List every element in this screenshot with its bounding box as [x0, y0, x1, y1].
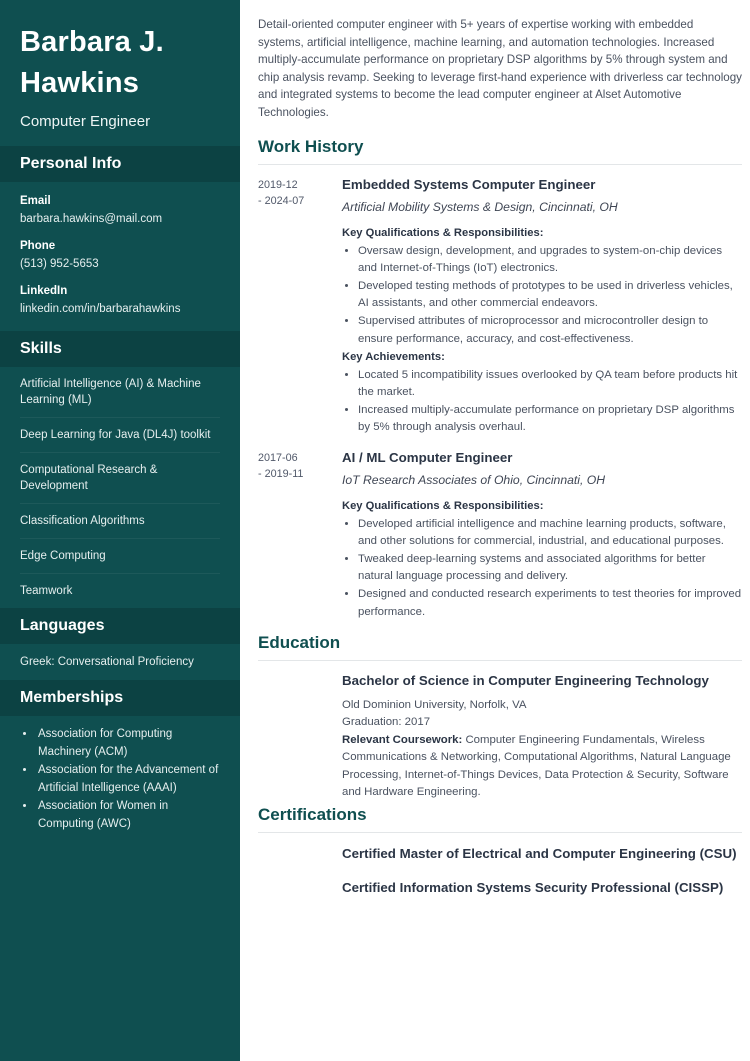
identity-block: Barbara J. Hawkins Computer Engineer: [0, 0, 240, 146]
work-entry-body: Embedded Systems Computer Engineer Artif…: [342, 175, 742, 438]
date-end: - 2024-07: [258, 194, 305, 207]
list-item: Classification Algorithms: [20, 504, 220, 539]
coursework-label: Relevant Coursework:: [342, 733, 463, 746]
candidate-name: Barbara J. Hawkins: [20, 26, 164, 99]
education-degree: Bachelor of Science in Computer Engineer…: [342, 672, 709, 688]
list-item: Developed testing methods of prototypes …: [358, 278, 742, 312]
work-entry-employer: Artificial Mobility Systems & Design, Ci…: [342, 199, 618, 214]
achievements-list: Located 5 incompatibility issues overloo…: [342, 367, 742, 437]
main-content: Detail-oriented computer engineer with 5…: [240, 0, 750, 1061]
work-entry-employer: IoT Research Associates of Ohio, Cincinn…: [342, 472, 606, 487]
list-item: Association for Computing Machinery (ACM…: [36, 726, 220, 761]
work-entry: 2017-06 - 2019-11 AI / ML Computer Engin…: [258, 448, 742, 622]
date-end: - 2019-11: [258, 467, 304, 480]
section-divider: [258, 831, 742, 833]
list-item: Association for Women in Computing (AWC): [36, 798, 220, 833]
skills-list: Artificial Intelligence (AI) & Machine L…: [20, 367, 220, 608]
section-header-personal-info: Personal Info: [0, 146, 240, 182]
work-entry-body: AI / ML Computer Engineer IoT Research A…: [342, 448, 742, 622]
professional-summary: Detail-oriented computer engineer with 5…: [258, 18, 742, 119]
section-title-education: Education: [258, 632, 341, 652]
education-coursework: Relevant Coursework: Computer Engineerin…: [342, 732, 742, 802]
education-graduation: Graduation: 2017: [342, 716, 431, 729]
certifications-body: Certified Master of Electrical and Compu…: [258, 843, 742, 898]
contact-list: Email barbara.hawkins@mail.com Phone (51…: [20, 182, 220, 331]
certification-item: Certified Information Systems Security P…: [342, 879, 724, 895]
languages-list: Greek: Conversational Proficiency: [20, 644, 220, 680]
section-work-history: Work History 2019-12 - 2024-07 Embedded …: [258, 136, 742, 622]
resume-document: Barbara J. Hawkins Computer Engineer Per…: [0, 0, 750, 1061]
work-entry: 2019-12 - 2024-07 Embedded Systems Compu…: [258, 175, 742, 438]
certification-item: Certified Master of Electrical and Compu…: [342, 845, 737, 861]
personal-info-body: Email barbara.hawkins@mail.com Phone (51…: [0, 182, 240, 331]
list-item: Supervised attributes of microprocessor …: [358, 313, 742, 347]
list-item: Oversaw design, development, and upgrade…: [358, 243, 742, 277]
list-item: Developed artificial intelligence and ma…: [358, 516, 742, 550]
contact-value-phone[interactable]: (513) 952-5653: [20, 256, 220, 273]
list-item: Association for the Advancement of Artif…: [36, 762, 220, 797]
list-item: Artificial Intelligence (AI) & Machine L…: [20, 367, 220, 418]
list-item: Computational Research & Development: [20, 453, 220, 504]
list-item: Edge Computing: [20, 539, 220, 574]
section-education: Education Bachelor of Science in Compute…: [258, 632, 742, 802]
contact-label-email: Email: [20, 195, 51, 207]
list-item: Teamwork: [20, 585, 73, 597]
contact-value-linkedin[interactable]: linkedin.com/in/barbarahawkins: [20, 301, 220, 318]
list-item: Increased multiply-accumulate performanc…: [358, 402, 742, 436]
qualifications-list: Oversaw design, development, and upgrade…: [342, 243, 742, 348]
list-item: Deep Learning for Java (DL4J) toolkit: [20, 418, 220, 453]
contact-item-phone: Phone (513) 952-5653: [20, 239, 220, 273]
section-title-certifications: Certifications: [258, 804, 367, 824]
education-entry: Bachelor of Science in Computer Engineer…: [258, 671, 742, 802]
sidebar: Barbara J. Hawkins Computer Engineer Per…: [0, 0, 240, 1061]
education-school: Old Dominion University, Norfolk, VA: [342, 698, 527, 711]
qualifications-list: Developed artificial intelligence and ma…: [342, 516, 742, 621]
contact-value-email[interactable]: barbara.hawkins@mail.com: [20, 211, 220, 228]
date-start: 2017-06: [258, 451, 298, 464]
section-header-skills: Skills: [0, 331, 240, 367]
qualifications-heading: Key Qualifications & Responsibilities:: [342, 226, 544, 239]
list-item: Greek: Conversational Proficiency: [20, 656, 194, 668]
work-entry-dates: 2017-06 - 2019-11: [258, 448, 342, 482]
contact-item-email: Email barbara.hawkins@mail.com: [20, 194, 220, 228]
section-divider: [258, 659, 742, 661]
contact-label-phone: Phone: [20, 240, 56, 252]
qualifications-heading: Key Qualifications & Responsibilities:: [342, 499, 544, 512]
date-start: 2019-12: [258, 178, 298, 191]
section-certifications: Certifications Certified Master of Elect…: [258, 804, 742, 898]
memberships-list: Association for Computing Machinery (ACM…: [20, 716, 220, 833]
work-entry-dates: 2019-12 - 2024-07: [258, 175, 342, 209]
contact-item-linkedin: LinkedIn linkedin.com/in/barbarahawkins: [20, 284, 220, 318]
list-item: Tweaked deep-learning systems and associ…: [358, 551, 742, 585]
skills-body: Artificial Intelligence (AI) & Machine L…: [0, 367, 240, 608]
section-divider: [258, 163, 742, 165]
work-entry-title: Embedded Systems Computer Engineer: [342, 176, 596, 192]
work-entry-title: AI / ML Computer Engineer: [342, 449, 513, 465]
section-title-work-history: Work History: [258, 136, 364, 156]
section-header-languages: Languages: [0, 608, 240, 644]
list-item: Located 5 incompatibility issues overloo…: [358, 367, 742, 401]
languages-body: Greek: Conversational Proficiency: [0, 644, 240, 680]
candidate-role: Computer Engineer: [20, 113, 151, 130]
contact-label-linkedin: LinkedIn: [20, 285, 68, 297]
section-header-memberships: Memberships: [0, 680, 240, 716]
memberships-body: Association for Computing Machinery (ACM…: [0, 716, 240, 833]
list-item: Designed and conducted research experime…: [358, 586, 742, 620]
achievements-heading: Key Achievements:: [342, 350, 445, 363]
